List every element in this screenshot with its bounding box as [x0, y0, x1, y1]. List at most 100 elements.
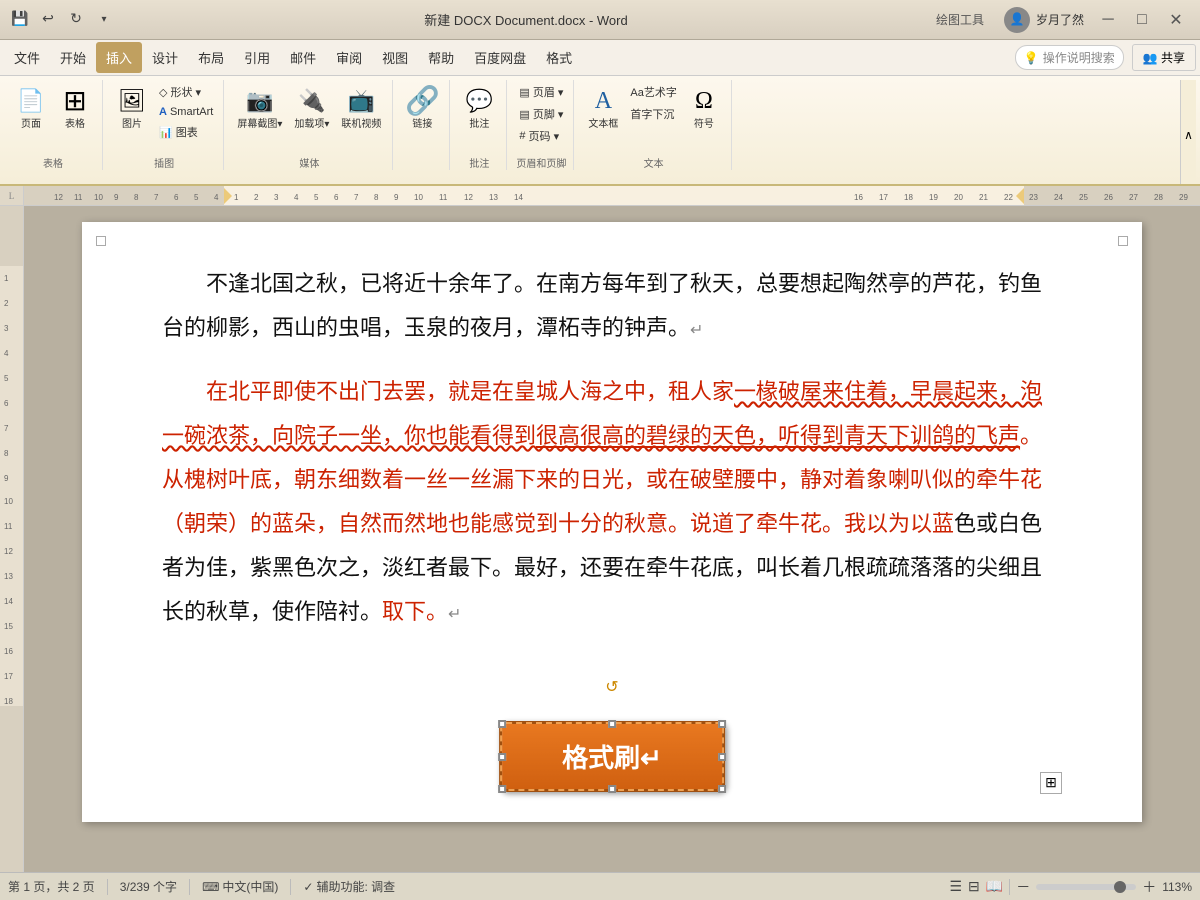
menu-format[interactable]: 格式: [536, 42, 582, 73]
svg-text:10: 10: [414, 193, 423, 202]
ribbon-content: 📄 页面 ⊞ 表格 表格 🖼 图片 ◇ 形状: [0, 76, 1200, 186]
svg-text:6: 6: [334, 193, 339, 202]
menu-view[interactable]: 视图: [372, 42, 418, 73]
pagenumber-icon: #: [519, 130, 525, 142]
paragraph-1[interactable]: 不逢北国之秋，已将近十余年了。在南方每年到了秋天，总要想起陶然亭的芦花，钓鱼台的…: [162, 262, 1062, 350]
menu-references[interactable]: 引用: [234, 42, 280, 73]
status-divider-1: [107, 879, 108, 895]
save-button[interactable]: 💾: [8, 8, 32, 32]
zoom-slider[interactable]: [1036, 884, 1136, 890]
svg-text:26: 26: [1104, 193, 1113, 202]
page-button[interactable]: 📄 页面: [10, 80, 52, 134]
svg-text:11: 11: [74, 193, 83, 202]
view-layout-button[interactable]: ⊟: [968, 878, 980, 895]
svg-text:18: 18: [904, 193, 913, 202]
addin-button[interactable]: 🔌 加载项▾: [289, 80, 334, 134]
online-video-button[interactable]: 📺 联机视频: [336, 80, 386, 134]
comment-button[interactable]: 💬 批注: [458, 80, 500, 134]
status-bar: 第 1 页，共 2 页 3/239 个字 ⌨ 中文(中国) ✓ 辅助功能: 调查…: [0, 872, 1200, 900]
page-icon: 📄: [15, 85, 47, 117]
share-button[interactable]: 👥 共享: [1132, 44, 1196, 71]
undo-button[interactable]: ↩: [36, 8, 60, 32]
ribbon: 📄 页面 ⊞ 表格 表格 🖼 图片 ◇ 形状: [0, 76, 1200, 186]
customize-quick-access-button[interactable]: ▾: [92, 8, 116, 32]
link-button[interactable]: 🔗 链接: [401, 80, 443, 134]
menu-help[interactable]: 帮助: [418, 42, 464, 73]
pages-items: 📄 页面 ⊞ 表格: [10, 80, 96, 153]
headerfoot-group-label: 页眉和页脚: [516, 155, 566, 170]
svg-text:17: 17: [4, 672, 13, 681]
zoom-out-button[interactable]: －: [1016, 877, 1030, 897]
language-text: 中文(中国): [222, 878, 278, 895]
menu-review[interactable]: 审阅: [326, 42, 372, 73]
zoom-in-button[interactable]: ＋: [1142, 877, 1156, 897]
svg-text:2: 2: [4, 299, 9, 308]
document-page[interactable]: 不逢北国之秋，已将近十余年了。在南方每年到了秋天，总要想起陶然亭的芦花，钓鱼台的…: [82, 222, 1142, 822]
menu-home[interactable]: 开始: [50, 42, 96, 73]
svg-text:11: 11: [4, 522, 13, 531]
document-area[interactable]: 不逢北国之秋，已将近十余年了。在南方每年到了秋天，总要想起陶然亭的芦花，钓鱼台的…: [24, 206, 1200, 872]
view-read-button[interactable]: 📖: [986, 878, 1003, 895]
status-divider-4: [1009, 879, 1010, 895]
textbox-button[interactable]: A 文本框: [582, 80, 624, 134]
shape-button[interactable]: ◇ 形状 ▾: [155, 82, 217, 102]
close-button[interactable]: ✕: [1160, 7, 1192, 33]
svg-text:25: 25: [1079, 193, 1088, 202]
wordart-button[interactable]: Aa艺术字: [626, 82, 680, 102]
svg-text:13: 13: [489, 193, 498, 202]
menu-insert[interactable]: 插入: [96, 42, 142, 73]
menu-file[interactable]: 文件: [4, 42, 50, 73]
screenshot-button[interactable]: 📷 屏幕截图▾: [232, 80, 287, 134]
pagenumber-button[interactable]: # 页码 ▾: [515, 126, 567, 146]
picture-button[interactable]: 🖼 图片: [111, 80, 153, 134]
table-button[interactable]: ⊞ 表格: [54, 80, 96, 134]
footer-button[interactable]: ▤ 页脚 ▾: [515, 104, 567, 124]
accessibility-indicator[interactable]: ✓ 辅助功能: 调查: [303, 878, 395, 895]
ribbon-collapse-button[interactable]: ∧: [1180, 80, 1196, 186]
menu-baidu[interactable]: 百度网盘: [464, 42, 536, 73]
svg-text:15: 15: [4, 622, 13, 631]
search-box[interactable]: 💡 操作说明搜索: [1015, 45, 1124, 70]
selection-handle-bm: [608, 785, 616, 793]
menu-design[interactable]: 设计: [142, 42, 188, 73]
selection-handle-tr: [718, 720, 726, 728]
avatar[interactable]: 👤: [1004, 7, 1030, 33]
paragraph-2[interactable]: 在北平即使不出门去罢，就是在皇城人海之中，租人家一椽破屋来住着，早晨起来，泡一碗…: [162, 370, 1062, 634]
word-count: 3/239 个字: [120, 878, 177, 895]
format-brush-tooltip[interactable]: 格式刷↵: [499, 721, 725, 792]
svg-text:28: 28: [1154, 193, 1163, 202]
language-indicator[interactable]: ⌨ 中文(中国): [202, 878, 278, 895]
header-button[interactable]: ▤ 页眉 ▾: [515, 82, 567, 102]
pages-group-label: 表格: [43, 155, 63, 170]
smartart-button[interactable]: A SmartArt: [155, 104, 217, 120]
selection-handle-ml: [498, 753, 506, 761]
status-divider-2: [189, 879, 190, 895]
symbol-button[interactable]: Ω 符号: [683, 80, 725, 134]
zoom-slider-thumb[interactable]: [1114, 881, 1126, 893]
dropcap-button[interactable]: 首字下沉: [626, 104, 680, 124]
minimize-button[interactable]: ─: [1092, 7, 1124, 33]
svg-text:16: 16: [4, 647, 13, 656]
view-normal-button[interactable]: ☰: [949, 878, 962, 895]
selection-handle-tl: [498, 720, 506, 728]
svg-text:18: 18: [4, 697, 13, 706]
zoom-percentage[interactable]: 113%: [1162, 880, 1192, 894]
svg-text:4: 4: [294, 193, 299, 202]
svg-text:7: 7: [4, 424, 9, 433]
menu-mailings[interactable]: 邮件: [280, 42, 326, 73]
menu-layout[interactable]: 布局: [188, 42, 234, 73]
zoom-area: ☰ ⊟ 📖 － ＋ 113%: [949, 877, 1192, 897]
restore-button[interactable]: □: [1126, 7, 1158, 33]
svg-text:1: 1: [4, 274, 9, 283]
search-placeholder: 操作说明搜索: [1043, 49, 1115, 66]
svg-text:2: 2: [254, 193, 259, 202]
layout-options-button[interactable]: ⊞: [1040, 772, 1062, 794]
ruler-corner[interactable]: L: [0, 186, 24, 206]
underline-span-1: 一椽破屋来住着，早晨起来，泡一碗浓茶，向院子一坐，你也能看得到很高很高的碧绿的天…: [162, 379, 1042, 448]
chart-button[interactable]: 📊 图表: [155, 122, 217, 142]
ribbon-group-headerfoot: ▤ 页眉 ▾ ▤ 页脚 ▾ # 页码 ▾ 页眉和页脚: [509, 80, 574, 170]
redo-button[interactable]: ↻: [64, 8, 88, 32]
accessibility-text: 辅助功能: 调查: [316, 878, 395, 895]
comment-group-label: 批注: [469, 155, 489, 170]
svg-text:3: 3: [274, 193, 279, 202]
